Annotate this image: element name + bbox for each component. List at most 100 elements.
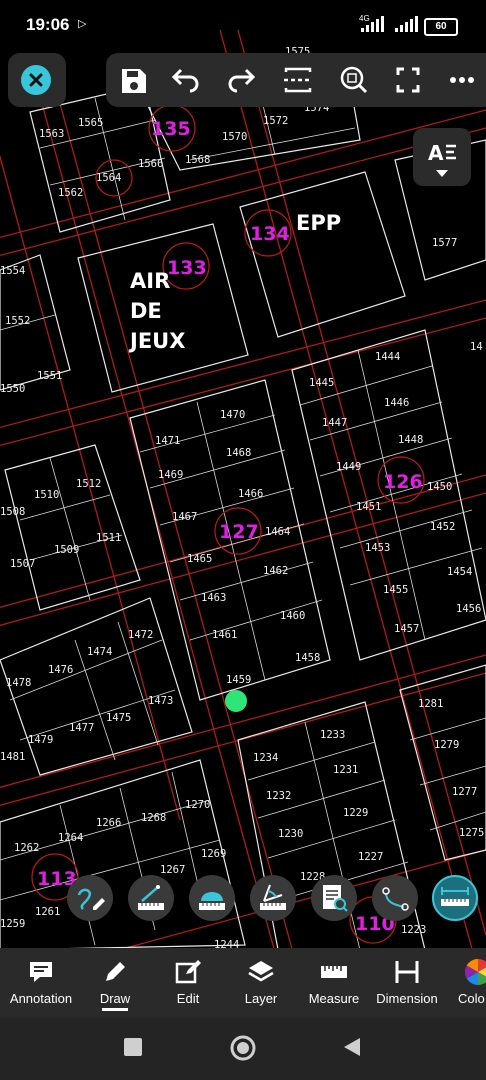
polyline-tool-button[interactable] (372, 875, 418, 921)
lot-number: 1572 (263, 115, 288, 127)
epp-label: EPP (296, 211, 341, 235)
lot-number: 1460 (280, 610, 305, 622)
svg-text:A: A (428, 141, 444, 165)
lot-number: 1450 (427, 481, 452, 493)
measure-line-tool-button[interactable] (128, 875, 174, 921)
fullscreen-button[interactable] (388, 53, 428, 107)
pencil-icon (106, 962, 125, 981)
lot-number: 1552 (5, 315, 30, 327)
lot-number: 1229 (343, 807, 368, 819)
location-marker[interactable] (225, 690, 247, 712)
recents-icon[interactable] (121, 1035, 145, 1059)
more-button[interactable] (442, 53, 482, 107)
tab-dimension[interactable]: Dimension (372, 948, 442, 1018)
zoom-fit-button[interactable] (334, 53, 374, 107)
lot-number: 1570 (222, 131, 247, 143)
lot-number: 1463 (201, 592, 226, 604)
lot-number: 1476 (48, 664, 73, 676)
tab-color[interactable]: Colo (450, 948, 486, 1018)
measure-distance-tool-button[interactable] (432, 875, 478, 921)
zoom-fit-icon (340, 66, 368, 94)
lot-number: 1457 (394, 623, 419, 635)
lot-number: 1444 (375, 351, 400, 363)
sketch-tool-button[interactable] (67, 875, 113, 921)
color-wheel-icon (464, 958, 486, 986)
lot-number: 1449 (336, 461, 361, 473)
lot-number: 1446 (384, 397, 409, 409)
lot-number: 1551 (37, 370, 62, 382)
bottom-tab-bar: Annotation Draw Edit Layer Measure Dimen… (0, 948, 486, 1018)
document-search-icon (323, 885, 348, 912)
measure-area-tool-button[interactable] (189, 875, 235, 921)
layers-icon (248, 961, 274, 982)
lot-number: 1447 (322, 417, 347, 429)
measure-document-tool-button[interactable] (311, 875, 357, 921)
lot-number: 1512 (76, 478, 101, 490)
split-icon (284, 67, 312, 93)
lot-number: 1445 (309, 377, 334, 389)
block-number: 134 (250, 223, 290, 245)
ruler-line-icon (138, 885, 164, 910)
lot-number: 1466 (238, 488, 263, 500)
fullscreen-icon (396, 67, 420, 93)
lot-number: 1481 (0, 751, 25, 763)
measure-angle-tool-button[interactable] (250, 875, 296, 921)
lot-number: 1462 (263, 565, 288, 577)
tab-measure[interactable]: Measure (300, 948, 368, 1018)
close-button[interactable] (8, 53, 66, 107)
lot-number: 1262 (14, 842, 39, 854)
lot-number: 1577 (432, 237, 457, 249)
tab-layer[interactable]: Layer (228, 948, 294, 1018)
polyline-icon (382, 887, 409, 911)
undo-button[interactable] (166, 53, 206, 107)
undo-icon (171, 68, 199, 93)
lot-number: 1231 (333, 764, 358, 776)
tab-label: Layer (244, 991, 278, 1006)
back-icon[interactable] (340, 1035, 364, 1059)
tab-label: Measure (308, 991, 360, 1006)
lot-number: 1475 (106, 712, 131, 724)
lot-number: 1266 (96, 817, 121, 829)
active-tab-indicator (102, 1008, 128, 1011)
save-icon (122, 69, 146, 93)
edit-icon (175, 960, 201, 984)
lot-number: 1269 (201, 848, 226, 860)
tab-draw[interactable]: Draw (82, 948, 148, 1018)
lot-number: 1564 (96, 172, 121, 184)
lot-number: 1277 (452, 786, 477, 798)
lot-number: 1473 (148, 695, 173, 707)
dimension-icon (395, 961, 419, 983)
save-button[interactable] (114, 53, 154, 107)
lot-number: 1468 (226, 447, 251, 459)
lot-number: 1472 (128, 629, 153, 641)
text-style-button[interactable]: A (413, 128, 471, 186)
lot-number: 1474 (87, 646, 112, 658)
lot-number: 1230 (278, 828, 303, 840)
lot-number: 1464 (265, 526, 290, 538)
system-nav-bar (0, 1018, 486, 1080)
block-number: 127 (219, 521, 259, 543)
more-icon (450, 77, 474, 83)
lot-number: 1565 (78, 117, 103, 129)
tab-label: Edit (176, 991, 200, 1006)
lot-number: 1264 (58, 832, 83, 844)
tab-label: Draw (99, 991, 131, 1006)
lot-number: 1259 (0, 918, 25, 930)
close-icon (21, 65, 51, 95)
lot-dividers (0, 71, 486, 951)
redo-button[interactable] (221, 53, 261, 107)
tab-annotation[interactable]: Annotation (0, 948, 82, 1018)
ruler-icon (321, 966, 347, 978)
lot-number: 1479 (28, 734, 53, 746)
lot-number: 1261 (35, 906, 60, 918)
ruler-angle-icon (260, 884, 286, 910)
lot-number: 1453 (365, 542, 390, 554)
lot-number: 1554 (0, 265, 25, 277)
split-button[interactable] (278, 53, 318, 107)
home-icon[interactable] (229, 1034, 257, 1062)
tab-edit[interactable]: Edit (148, 948, 228, 1018)
lot-number: 14 (470, 341, 483, 353)
lot-number: 1270 (185, 799, 210, 811)
lot-number: 1458 (295, 652, 320, 664)
lot-number: 1477 (69, 722, 94, 734)
